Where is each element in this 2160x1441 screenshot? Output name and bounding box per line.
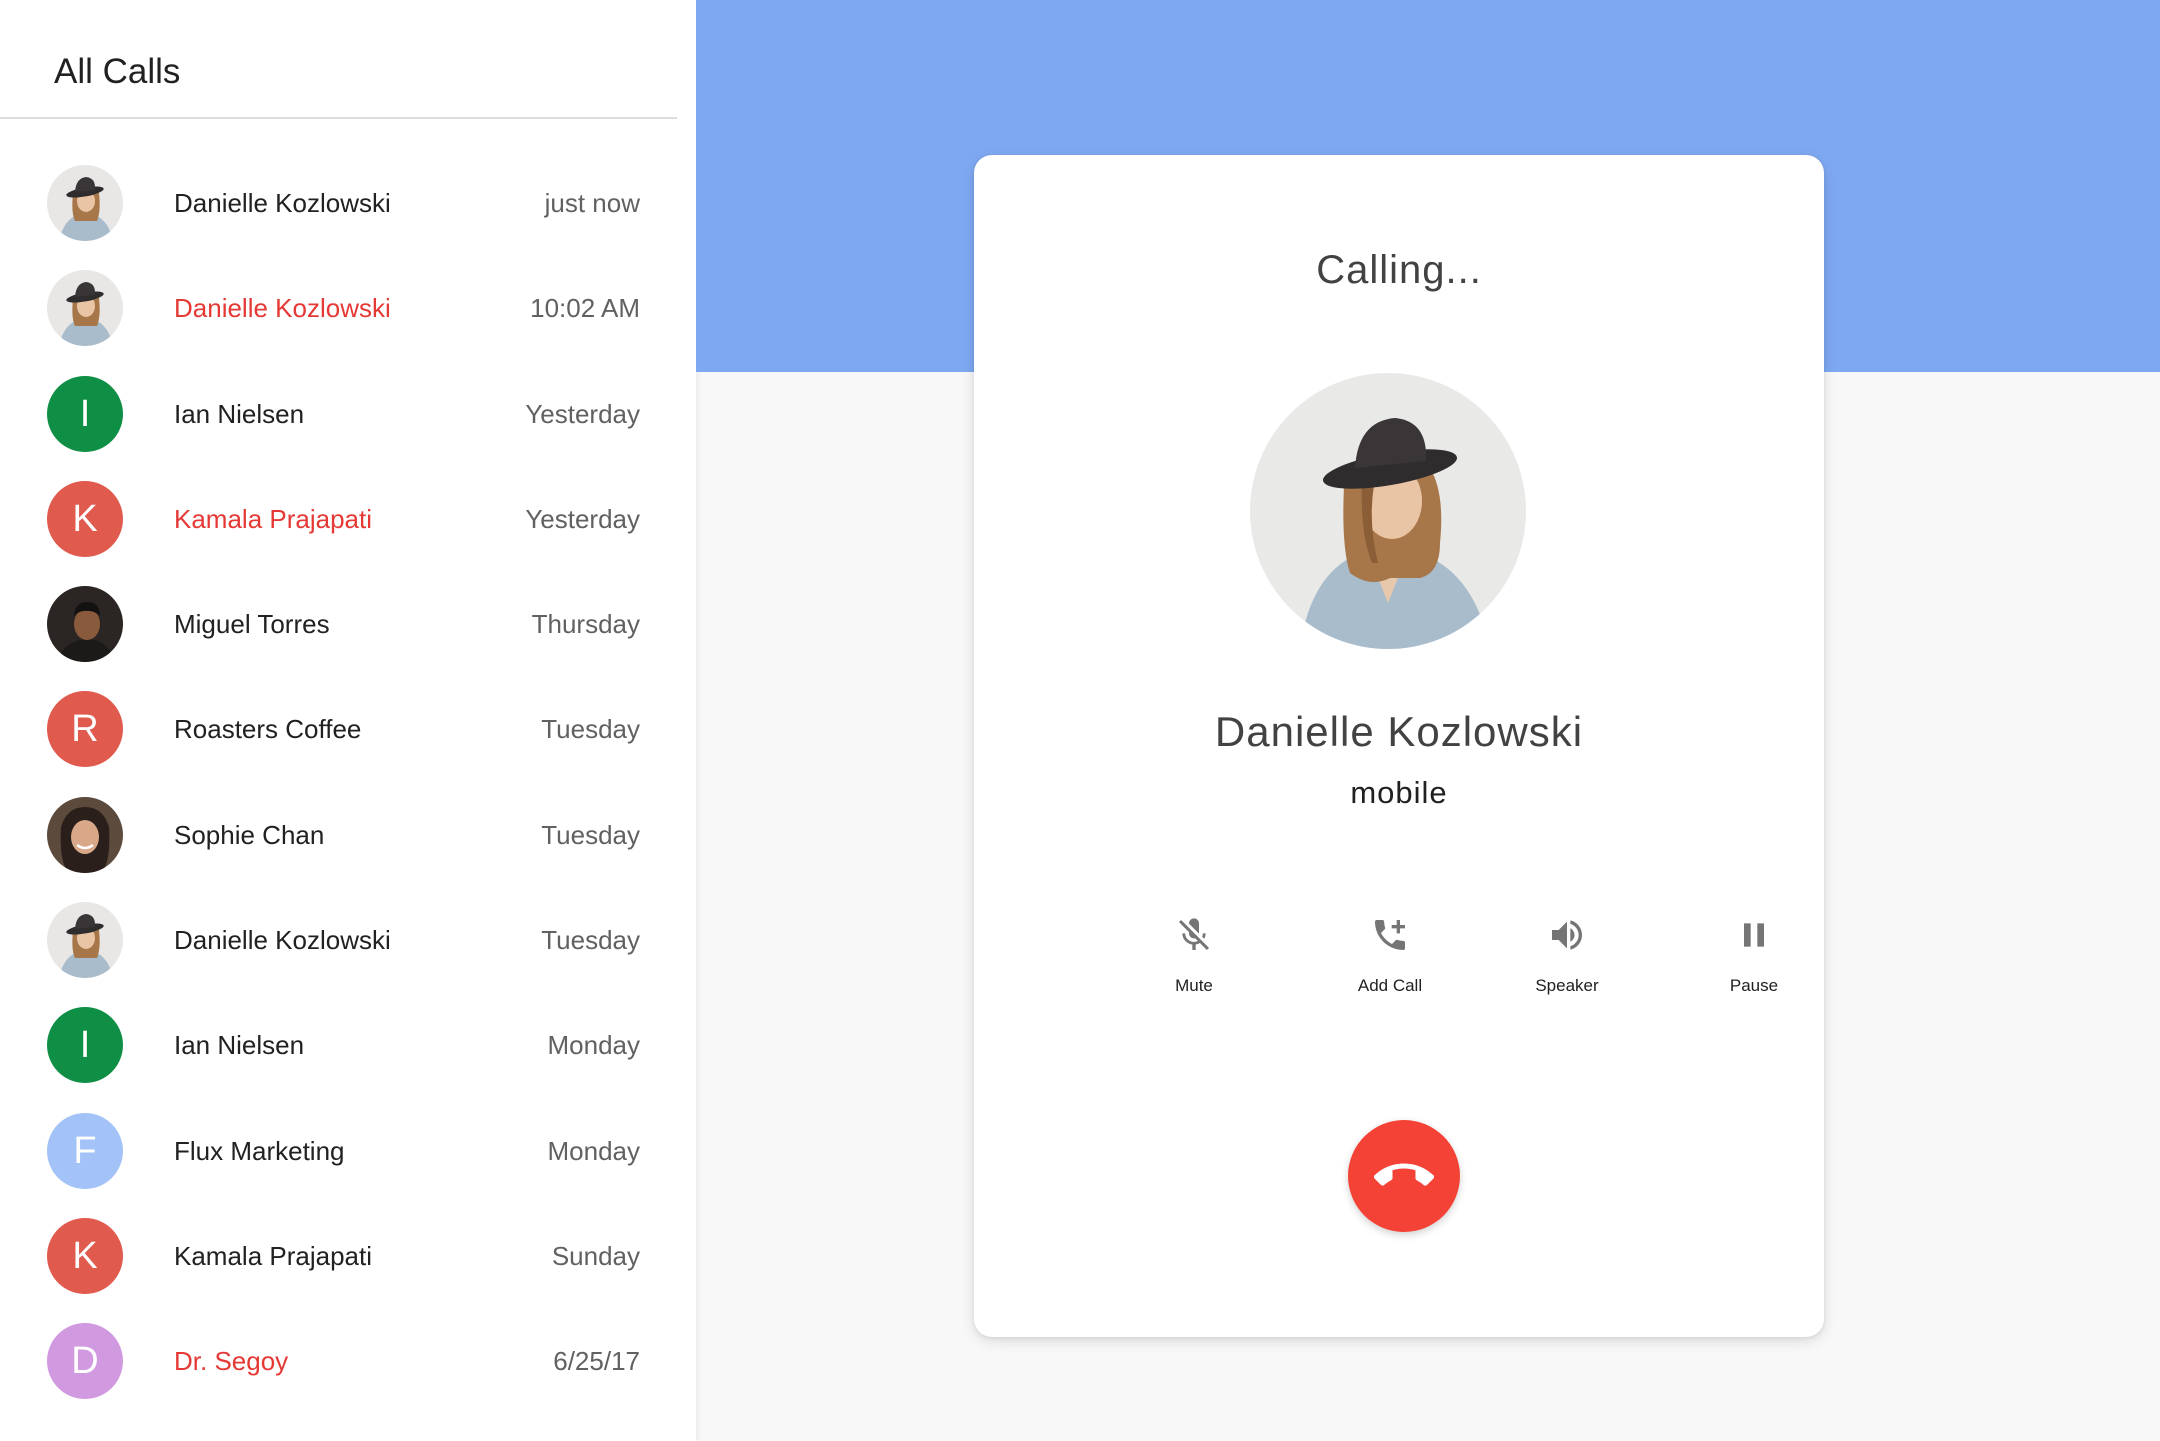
contact-name: Ian Nielsen [174, 1030, 305, 1061]
avatar [47, 270, 123, 347]
add-call-label: Add Call [1357, 976, 1423, 995]
sophie-photo-icon [47, 796, 123, 873]
danielle-photo-icon [47, 270, 123, 347]
call-time: just now [544, 188, 640, 218]
contact-name: Kamala Prajapati [174, 503, 372, 534]
call-row[interactable]: Danielle Kozlowski Tuesday [0, 887, 677, 992]
avatar [47, 796, 123, 873]
contact-name: Ian Nielsen [174, 398, 305, 429]
avatar [47, 165, 123, 241]
call-row[interactable]: F Flux Marketing Monday [0, 1098, 677, 1203]
call-row[interactable]: R Roasters Coffee Tuesday [0, 676, 677, 781]
avatar: K [47, 1217, 123, 1294]
call-row[interactable]: Danielle Kozlowski 10:02 AM [0, 255, 677, 360]
call-time: Sunday [551, 1240, 640, 1271]
sidebar-title: All Calls [54, 52, 181, 91]
miguel-photo-icon [47, 586, 123, 663]
call-list: Danielle Kozlowski just now Danielle Kozlo… [0, 150, 677, 1414]
active-call-card: Calling... Danielle Kozlowski mobile Mut… [974, 155, 1824, 1337]
call-row[interactable]: K Kamala Prajapati Yesterday [0, 466, 677, 571]
contact-name: Danielle Kozlowski [174, 293, 391, 324]
danielle-photo-icon [47, 165, 123, 241]
call-time: Tuesday [541, 714, 640, 745]
call-row[interactable]: I Ian Nielsen Monday [0, 992, 677, 1097]
call-time: 6/25/17 [553, 1346, 640, 1377]
end-call-button[interactable] [1348, 1120, 1460, 1232]
speaker-icon [1552, 920, 1582, 950]
call-time: Yesterday [525, 398, 640, 429]
call-time: Monday [547, 1030, 641, 1061]
add-call-button[interactable]: Add Call [1320, 915, 1460, 1025]
avatar [47, 586, 123, 663]
call-end-icon [1374, 1163, 1434, 1186]
contact-name: Roasters Coffee [174, 714, 362, 745]
call-time: Yesterday [525, 503, 640, 534]
avatar: R [47, 691, 123, 768]
avatar: I [47, 1007, 123, 1084]
call-history-sidebar: All Calls Danielle Kozlowski just now Dani… [0, 0, 696, 1441]
caller-number-label: mobile [1350, 775, 1448, 810]
avatar: F [47, 1112, 123, 1189]
contact-name: Danielle Kozlowski [174, 925, 391, 956]
avatar: K [47, 480, 123, 557]
sidebar-divider [0, 117, 677, 119]
contact-name: Miguel Torres [174, 609, 330, 640]
call-row[interactable]: Miguel Torres Thursday [0, 571, 677, 676]
call-row[interactable]: I Ian Nielsen Yesterday [0, 361, 677, 466]
pause-icon [1744, 923, 1764, 947]
call-row[interactable]: Danielle Kozlowski just now [0, 150, 677, 255]
call-time: Monday [547, 1135, 641, 1166]
caller-name: Danielle Kozlowski [1214, 708, 1584, 755]
call-status: Calling... [1316, 248, 1482, 292]
avatar: I [47, 375, 123, 452]
contact-name: Danielle Kozlowski [174, 188, 391, 218]
pause-button[interactable]: Pause [1684, 915, 1824, 1025]
pause-label: Pause [1729, 976, 1779, 995]
mic-off-icon [1179, 918, 1209, 950]
contact-name: Kamala Prajapati [174, 1240, 372, 1271]
mute-button[interactable]: Mute [1124, 915, 1264, 1025]
add-call-icon [1375, 920, 1405, 950]
speaker-button[interactable]: Speaker [1497, 915, 1637, 1025]
call-row[interactable]: D Dr. Segoy 6/25/17 [0, 1308, 677, 1413]
caller-avatar [1250, 373, 1526, 649]
danielle-photo-icon [1250, 373, 1526, 649]
danielle-photo-icon [47, 902, 123, 979]
speaker-label: Speaker [1535, 976, 1599, 995]
avatar: D [47, 1323, 123, 1400]
call-row[interactable]: K Kamala Prajapati Sunday [0, 1203, 677, 1308]
call-time: Tuesday [541, 819, 640, 850]
contact-name: Dr. Segoy [174, 1346, 289, 1377]
call-time: Tuesday [541, 925, 640, 956]
contact-name: Flux Marketing [174, 1135, 345, 1166]
contact-name: Sophie Chan [174, 819, 325, 850]
mute-label: Mute [1175, 976, 1213, 995]
call-time: 10:02 AM [530, 293, 640, 324]
avatar [47, 902, 123, 979]
call-row[interactable]: Sophie Chan Tuesday [0, 782, 677, 887]
call-time: Thursday [531, 609, 640, 640]
